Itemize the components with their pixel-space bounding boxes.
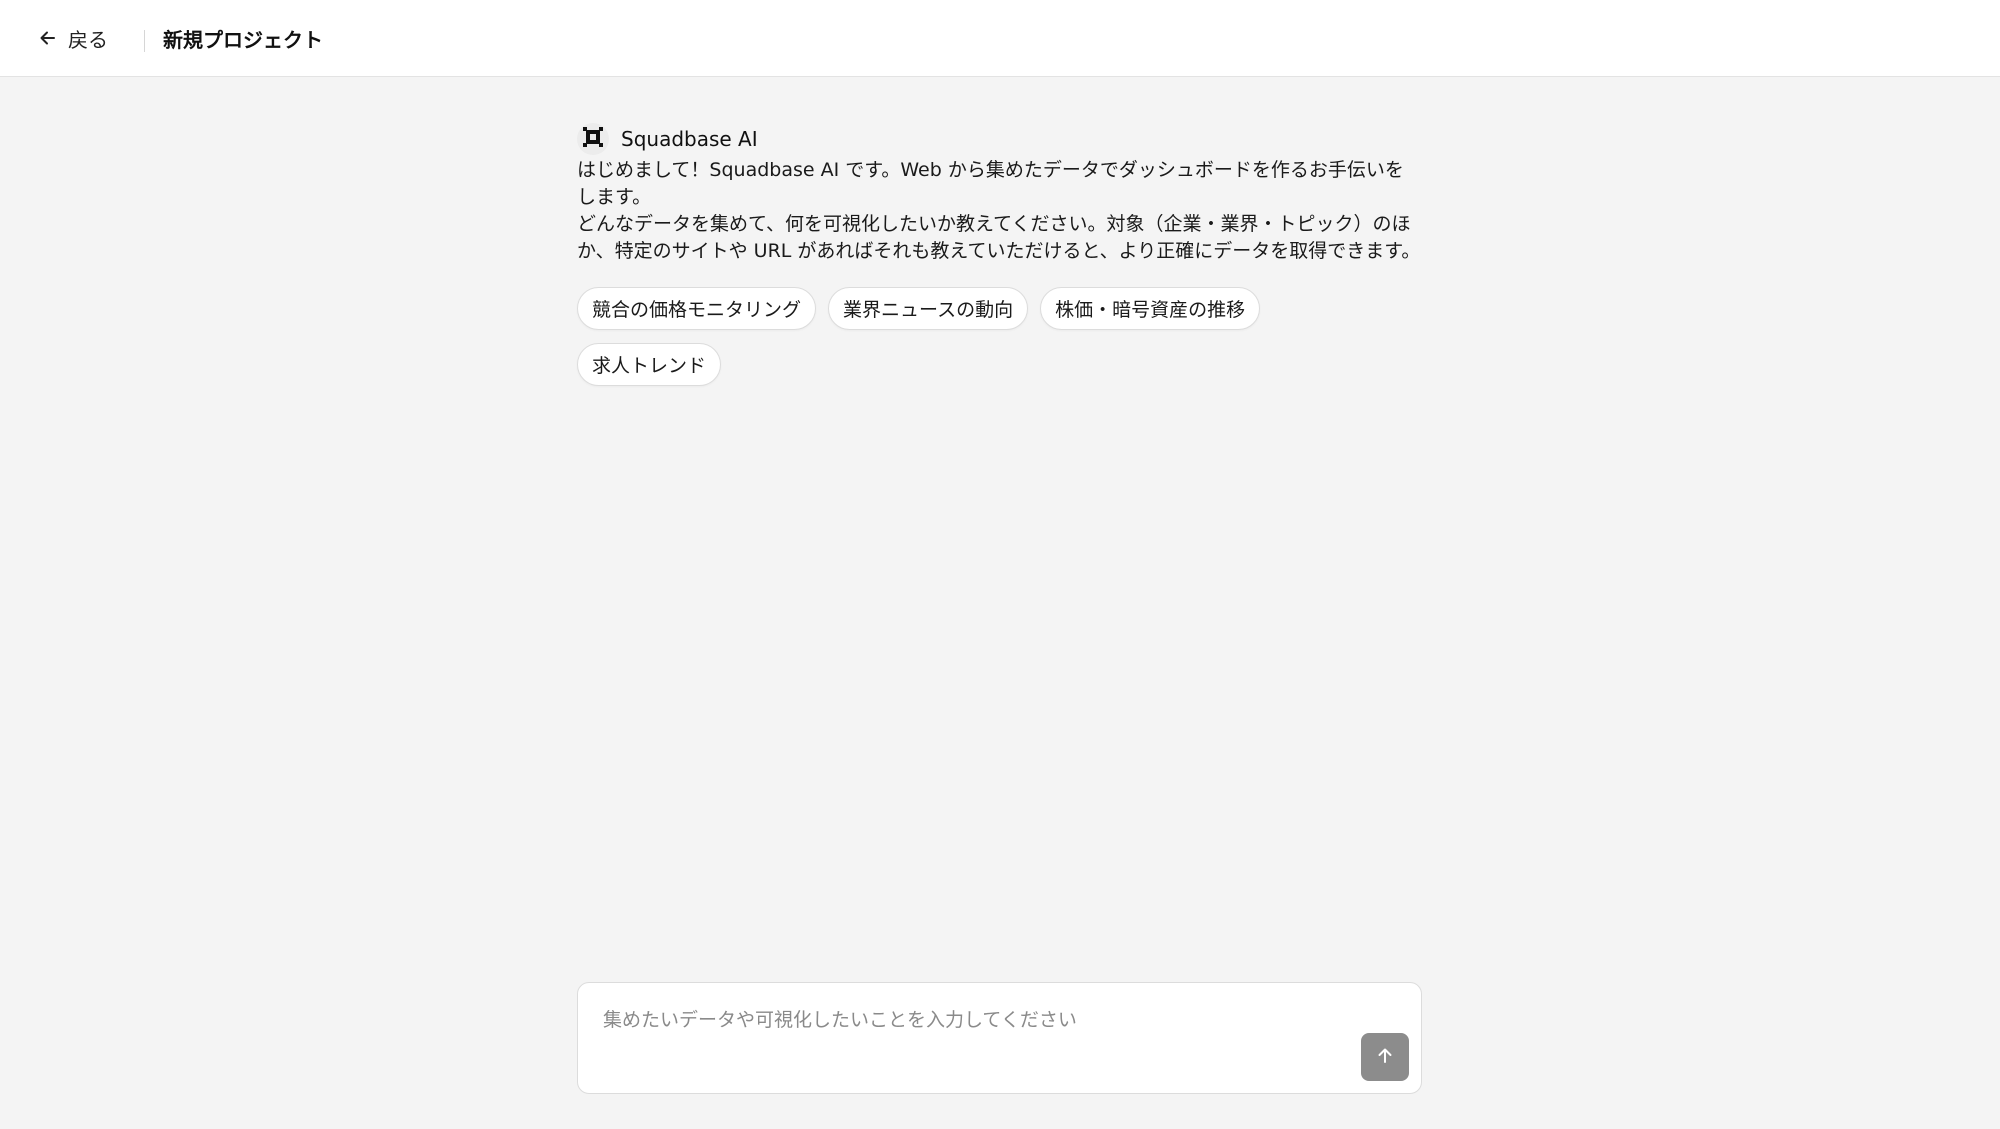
message-paragraph: はじめまして！Squadbase AI です。Web から集めたデータでダッシュ… [577, 159, 1404, 208]
message-paragraph: どんなデータを集めて、何を可視化したいか教えてください。対象（企業・業界・トピッ… [577, 213, 1421, 262]
assistant-name: Squadbase AI [621, 127, 758, 151]
back-label: 戻る [68, 27, 108, 52]
send-button[interactable] [1361, 1033, 1409, 1081]
suggestion-chips: 競合の価格モニタリング 業界ニュースの動向 株価・暗号資産の推移 求人トレンド [577, 287, 1297, 386]
suggestion-chip-job-trends[interactable]: 求人トレンド [577, 343, 722, 386]
suggestion-chip-industry-news[interactable]: 業界ニュースの動向 [828, 287, 1029, 330]
squadbase-logo-icon [581, 125, 605, 153]
assistant-message: はじめまして！Squadbase AI です。Web から集めたデータでダッシュ… [577, 157, 1422, 265]
back-button[interactable]: 戻る [34, 18, 112, 58]
message-composer [577, 982, 1422, 1094]
chat-thread: Squadbase AI はじめまして！Squadbase AI です。Web … [577, 121, 1422, 386]
suggestion-chip-price-monitoring[interactable]: 競合の価格モニタリング [577, 287, 817, 330]
assistant-header: Squadbase AI [577, 121, 1422, 157]
arrow-left-icon [38, 28, 58, 48]
avatar [577, 123, 609, 155]
arrow-up-icon [1375, 1046, 1395, 1069]
top-bar: 戻る 新規プロジェクト [0, 0, 2000, 77]
page-title: 新規プロジェクト [163, 27, 323, 52]
suggestion-chip-stock-crypto[interactable]: 株価・暗号資産の推移 [1040, 287, 1261, 330]
header-divider [144, 30, 145, 52]
message-input[interactable] [578, 983, 1421, 1093]
